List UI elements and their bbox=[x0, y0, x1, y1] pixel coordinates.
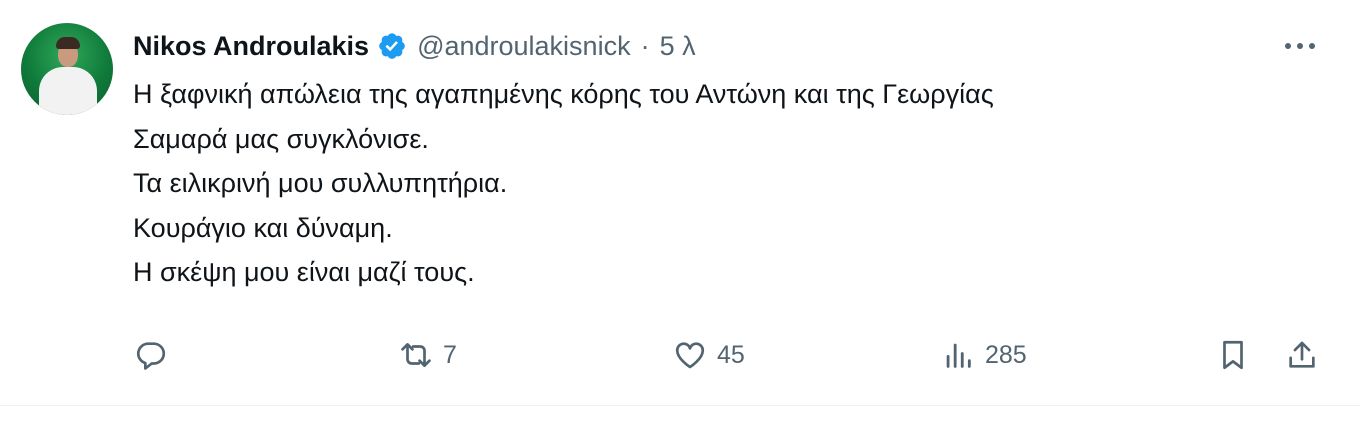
views-button[interactable]: 285 bbox=[941, 330, 1027, 380]
avatar[interactable] bbox=[21, 23, 113, 115]
tweet-text-line: Κουράγιο και δύναμη. bbox=[133, 212, 393, 243]
share-button[interactable] bbox=[1285, 330, 1319, 380]
views-icon bbox=[946, 343, 971, 368]
reply-button[interactable] bbox=[134, 330, 168, 380]
retweet-count: 7 bbox=[443, 340, 457, 369]
separator-dot: · bbox=[640, 30, 650, 61]
divider bbox=[0, 405, 1360, 406]
tweet-header: Nikos Androulakis @androulakisnick · 5 λ bbox=[133, 26, 696, 66]
heart-icon bbox=[675, 342, 705, 369]
author-handle[interactable]: @androulakisnick bbox=[417, 31, 631, 62]
tweet-time[interactable]: 5 λ bbox=[660, 31, 696, 62]
action-bar: 7 45 285 bbox=[0, 330, 1360, 380]
tweet: Nikos Androulakis @androulakisnick · 5 λ… bbox=[0, 0, 1360, 406]
author-name[interactable]: Nikos Androulakis bbox=[133, 31, 369, 62]
reply-icon bbox=[136, 342, 166, 370]
tweet-text-line: Η ξαφνική απώλεια της αγαπημένης κόρης τ… bbox=[133, 79, 994, 109]
more-options-icon[interactable] bbox=[1282, 38, 1318, 54]
like-count: 45 bbox=[717, 340, 745, 369]
tweet-text-line: Η σκέψη μου είναι μαζί τους. bbox=[133, 257, 475, 287]
verified-badge-icon bbox=[379, 33, 405, 59]
retweet-icon bbox=[401, 343, 431, 367]
views-count: 285 bbox=[985, 340, 1027, 369]
retweet-button[interactable]: 7 bbox=[399, 330, 457, 380]
bookmark-icon bbox=[1223, 340, 1243, 370]
tweet-text-line: Σαμαρά μας συγκλόνισε. bbox=[133, 123, 429, 154]
tweet-text-line: Τα ειλικρινή μου συλλυπητήρια. bbox=[133, 168, 508, 198]
like-button[interactable]: 45 bbox=[673, 330, 745, 380]
tweet-text: Η ξαφνική απώλεια της αγαπημένης κόρης τ… bbox=[133, 72, 1293, 295]
share-icon bbox=[1289, 341, 1315, 368]
bookmark-button[interactable] bbox=[1216, 330, 1250, 380]
